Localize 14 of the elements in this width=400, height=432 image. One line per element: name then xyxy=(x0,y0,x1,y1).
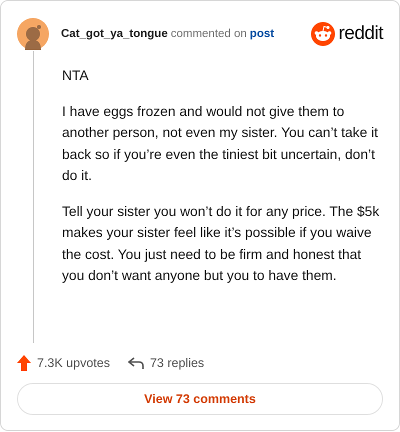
reply-arrow-icon xyxy=(128,356,144,370)
avatar-icon xyxy=(17,18,49,50)
upvote-arrow-icon xyxy=(17,355,31,371)
brand-name: reddit xyxy=(338,23,383,45)
replies-button[interactable]: 73 replies xyxy=(128,356,204,370)
post-link[interactable]: post xyxy=(250,28,274,40)
comment-paragraph: I have eggs frozen and would not give them to another person, not even my sister. You can’t take it back so if you’re even the tiniest bit uncertain, don’t do it. xyxy=(62,102,379,185)
comment-paragraph: NTA xyxy=(62,67,90,85)
view-comments-button[interactable]: View 73 comments xyxy=(17,383,383,415)
comment-paragraph: Tell your sister you won’t do it for any price. The $5k makes your sister feel like it’s possible if you waive the cost. You just need to be firm and honest that you don’t want anyone but you to have them. xyxy=(62,202,380,285)
username[interactable]: Cat_got_ya_tongue xyxy=(61,28,168,40)
reddit-logo-icon xyxy=(311,22,336,46)
upvote-button[interactable]: 7.3K upvotes xyxy=(17,355,110,371)
comment-action-text: commented on xyxy=(170,28,247,40)
